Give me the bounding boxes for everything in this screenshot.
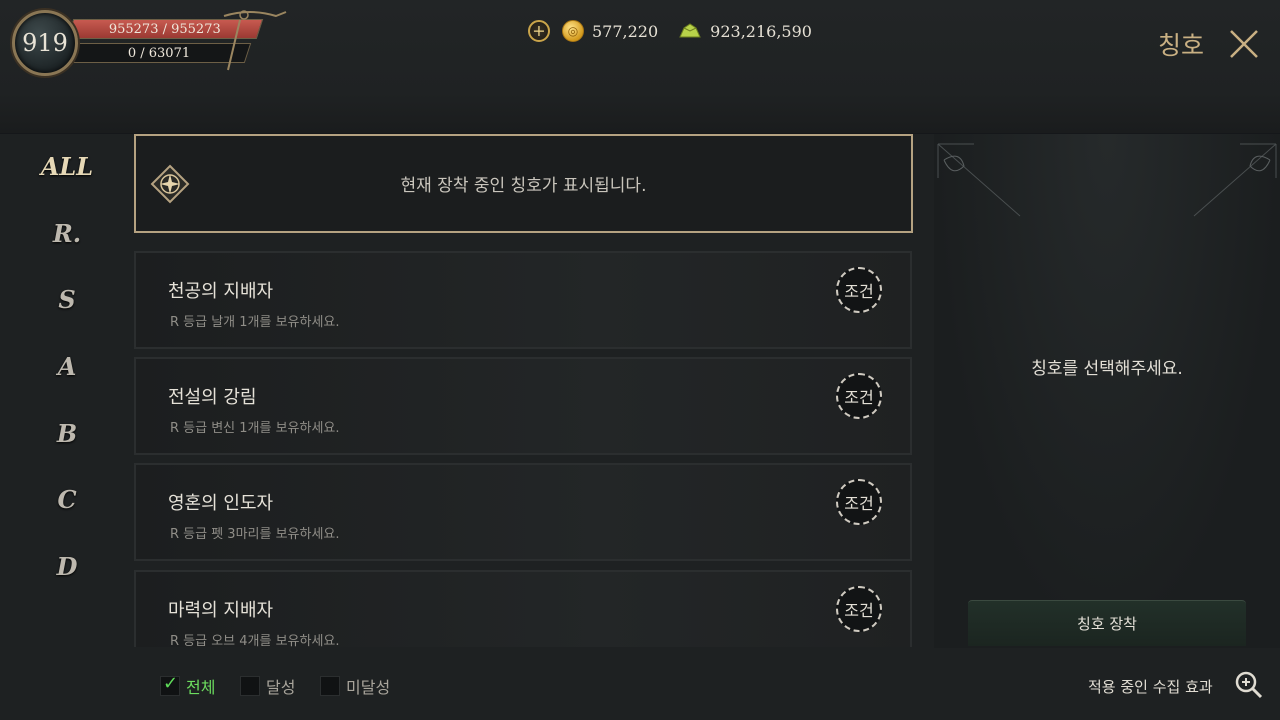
filter-all-label: 전체	[186, 678, 216, 697]
title-card[interactable]: 천공의 지배자 R 등급 날개 1개를 보유하세요. 조건	[134, 251, 912, 349]
title-list[interactable]: 천공의 지배자 R 등급 날개 1개를 보유하세요. 조건 전설의 강림 R 등…	[134, 247, 914, 647]
filter-unachieved-label: 미달성	[346, 678, 391, 697]
filter-unachieved[interactable]: 미달성	[320, 674, 390, 698]
filter-unachieved-checkbox[interactable]	[320, 676, 340, 696]
title-card[interactable]: 마력의 지배자 R 등급 오브 4개를 보유하세요. 조건	[134, 570, 912, 647]
filter-all-checkbox[interactable]: ✓	[160, 673, 180, 696]
title-detail-panel: 칭호를 선택해주세요. 칭호 장착	[934, 134, 1280, 648]
tab-grade-r[interactable]: R.	[0, 219, 134, 248]
filter-achieved-label: 달성	[266, 678, 296, 697]
silver-pile-icon	[679, 23, 701, 38]
equipped-placeholder-text: 현재 장착 중인 칭호가 표시됩니다.	[400, 176, 647, 196]
frame-ornament-icon	[223, 10, 287, 71]
corner-ornament-icon	[1193, 143, 1277, 217]
gold-coin-icon: ◎	[562, 20, 584, 42]
equipped-title-slot: 현재 장착 중인 칭호가 표시됩니다.	[134, 134, 913, 233]
filter-achieved[interactable]: 달성	[240, 674, 295, 698]
close-icon[interactable]	[1228, 28, 1260, 60]
title-name: 영혼의 인도자	[168, 493, 274, 514]
level-badge: 919	[12, 10, 78, 76]
equip-title-button[interactable]: 칭호 장착	[968, 600, 1246, 646]
condition-button[interactable]: 조건	[836, 267, 882, 313]
currency-bar: + ◎ 577,220 923,216,590	[528, 18, 812, 44]
title-name: 마력의 지배자	[168, 600, 274, 621]
title-card[interactable]: 전설의 강림 R 등급 변신 1개를 보유하세요. 조건	[134, 357, 912, 455]
tab-grade-b[interactable]: B	[0, 419, 134, 448]
compass-emblem-icon	[150, 164, 190, 204]
title-card[interactable]: 영혼의 인도자 R 등급 펫 3마리를 보유하세요. 조건	[134, 463, 912, 561]
title-condition: R 등급 펫 3마리를 보유하세요.	[170, 527, 340, 542]
tab-grade-a[interactable]: A	[0, 352, 134, 381]
filter-achieved-checkbox[interactable]	[240, 676, 260, 696]
filter-all[interactable]: ✓ 전체	[160, 673, 216, 698]
title-condition: R 등급 오브 4개를 보유하세요.	[170, 634, 340, 647]
corner-ornament-icon	[937, 143, 1021, 217]
tab-grade-c[interactable]: C	[0, 485, 134, 514]
magnifier-plus-icon[interactable]	[1234, 670, 1264, 700]
tab-grade-all[interactable]: ALL	[0, 152, 134, 181]
collection-effect-link[interactable]: 적용 중인 수집 효과	[1088, 676, 1213, 697]
exp-text: 0 / 63071	[127, 45, 191, 61]
title-condition: R 등급 날개 1개를 보유하세요.	[170, 315, 340, 330]
select-title-prompt: 칭호를 선택해주세요.	[1031, 359, 1183, 379]
add-currency-button[interactable]: +	[528, 20, 550, 42]
condition-button[interactable]: 조건	[836, 479, 882, 525]
filter-bar: ✓ 전체 달성 미달성 적용 중인 수집 효과	[0, 648, 1280, 720]
check-icon: ✓	[163, 673, 179, 694]
gold-amount: 577,220	[592, 21, 659, 41]
tab-grade-s[interactable]: S	[0, 285, 134, 314]
page-title: 칭호	[1158, 31, 1205, 60]
top-bar: 919 955273 / 955273 0 / 63071 + ◎ 577,22…	[0, 0, 1280, 134]
title-condition: R 등급 변신 1개를 보유하세요.	[170, 421, 340, 436]
tab-grade-d[interactable]: D	[0, 552, 134, 581]
condition-button[interactable]: 조건	[836, 586, 882, 632]
silver-amount: 923,216,590	[710, 21, 812, 41]
condition-button[interactable]: 조건	[836, 373, 882, 419]
title-name: 전설의 강림	[168, 387, 257, 408]
title-name: 천공의 지배자	[168, 281, 274, 302]
hp-text: 955273 / 955273	[109, 21, 221, 37]
